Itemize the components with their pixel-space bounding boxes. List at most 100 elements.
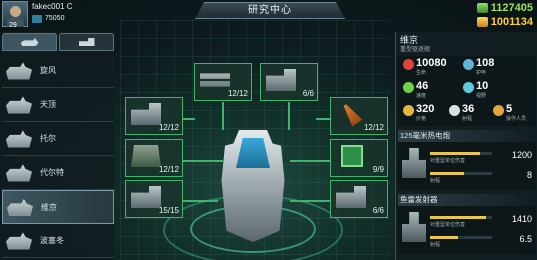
ship-thumbnail: [7, 198, 33, 216]
stat-value: 46: [416, 80, 429, 92]
stat-value: 10: [476, 80, 489, 92]
research-node[interactable]: 6/6: [260, 63, 318, 101]
ship-icon: [20, 38, 39, 46]
ship-thumbnail: [6, 96, 32, 114]
stat-value: 320: [416, 103, 435, 115]
page-title: 研究中心: [195, 2, 345, 19]
top-bar: 29 fakec001 C 75050 研究中心 1127405 1001134: [0, 0, 537, 32]
avatar[interactable]: 29: [2, 1, 28, 29]
node-count: 12/12: [158, 123, 179, 132]
weapon-details: 对重型单位伤害 1410 射程 6.5: [398, 206, 536, 254]
gold-icon: [476, 16, 488, 27]
range-value: 6.5: [519, 234, 532, 244]
ship-item-weijing[interactable]: 维京: [2, 190, 114, 224]
player-xp-value: 75050: [45, 15, 65, 22]
resource-gold[interactable]: 1001134: [443, 15, 533, 28]
node-count: 12/12: [227, 89, 248, 98]
player-level: 29: [9, 22, 17, 29]
cannon-icon: [131, 103, 161, 125]
cannon-icon: [266, 69, 296, 91]
stat-speed: 46 速度: [400, 80, 460, 100]
ship-item-daierte[interactable]: 代尔特: [2, 156, 114, 190]
stat-value: 36: [462, 103, 475, 115]
node-count: 12/12: [158, 165, 179, 174]
cannon-icon: [336, 186, 366, 208]
resource-metal[interactable]: 1127405: [443, 1, 533, 14]
stat-vision: 10 视野: [460, 80, 520, 100]
range-bar-fill: [430, 172, 465, 175]
ship-name: 维京: [41, 202, 57, 212]
tab-warships[interactable]: [2, 33, 57, 51]
metal-icon: [476, 2, 488, 13]
stat-label: 操作人员: [506, 116, 527, 122]
stat-armor: 108 护甲: [460, 57, 520, 77]
stat-health: 10080 生命: [400, 57, 460, 77]
node-count: 6/6: [302, 89, 314, 98]
range-label: 射程: [430, 178, 441, 184]
ship-thumbnail: [6, 130, 32, 148]
ship-name: 托尔: [40, 134, 56, 143]
damage-bar: [430, 216, 492, 219]
armor-icon: [463, 59, 474, 70]
connector-line: [316, 118, 330, 120]
research-node[interactable]: 12/12: [125, 139, 183, 177]
ship-details-panel: 维京 重型驱逐舰 10080 生命 108 护甲 46 速度 10 视野 320…: [395, 32, 537, 260]
resource-metal-value: 1127405: [490, 1, 533, 14]
research-node[interactable]: 6/6: [330, 180, 388, 218]
category-tabs: [2, 33, 114, 51]
weapon-section-1: 125毫米热电炮 对重型单位伤害 1200 射程 8: [398, 130, 536, 190]
ship-detail-class: 重型驱逐舰: [400, 47, 431, 53]
weapon-title: 鱼雷发射器: [398, 194, 536, 206]
heart-icon: [403, 59, 414, 70]
stat-range: 36 射程: [446, 103, 486, 123]
damage-label: 对重型单位伤害: [430, 158, 466, 164]
xp-icon: [32, 14, 42, 23]
stat-value: 10080: [416, 57, 447, 69]
research-node[interactable]: 15/15: [125, 180, 183, 218]
stat-value: 108: [476, 57, 495, 69]
stat-label: 速度: [416, 93, 427, 99]
damage-bar-fill: [430, 152, 480, 155]
connector-line: [290, 200, 330, 202]
connector-line: [183, 200, 218, 202]
weapon-details: 对重型单位伤害 1200 射程 8: [398, 142, 536, 190]
ship-item-xuanfeng[interactable]: 旋风: [2, 54, 114, 88]
damage-bar: [430, 152, 492, 155]
node-count: 6/6: [372, 206, 384, 215]
ship-name: 波塞冬: [40, 236, 64, 245]
connector-line: [288, 102, 290, 130]
connector-line: [222, 102, 224, 130]
node-count: 12/12: [363, 123, 384, 132]
tab-support[interactable]: [59, 33, 114, 51]
target-icon: [449, 105, 460, 116]
ship-panel: 旋风 天顶 托尔 代尔特 维京 波塞冬: [0, 32, 114, 260]
ship-item-posaidong[interactable]: 波塞冬: [2, 224, 114, 258]
player-info[interactable]: 29 fakec001 C 75050: [2, 1, 122, 31]
range-bar-fill: [430, 236, 458, 239]
node-count: 15/15: [158, 206, 179, 215]
weapon-section-2: 鱼雷发射器 对重型单位伤害 1410 射程 6.5: [398, 194, 536, 254]
research-node[interactable]: 12/12: [125, 97, 183, 135]
ship-stats: 10080 生命 108 护甲 46 速度 10 视野 320 价格 36 射程: [398, 56, 536, 126]
node-count: 9/9: [372, 165, 384, 174]
cannon-icon: [131, 186, 161, 208]
damage-label: 对重型单位伤害: [430, 222, 466, 228]
shells-icon: [200, 73, 230, 87]
stat-label: 射程: [462, 116, 473, 122]
damage-value: 1200: [511, 150, 532, 160]
research-node[interactable]: 12/12: [194, 63, 252, 101]
stat-label: 视野: [476, 93, 487, 99]
range-bar: [430, 172, 492, 175]
ship-thumbnail: [6, 164, 32, 182]
range-bar: [430, 236, 492, 239]
connector-line: [183, 118, 195, 120]
ship-item-tuoer[interactable]: 托尔: [2, 122, 114, 156]
ship-name: 天顶: [40, 100, 56, 109]
connector-line: [183, 160, 223, 162]
cargo-icon: [78, 38, 95, 46]
player-xp: 75050: [32, 14, 72, 23]
ship-item-tianding[interactable]: 天顶: [2, 88, 114, 122]
research-node[interactable]: 12/12: [330, 97, 388, 135]
torpedo-launcher-icon: [402, 212, 426, 242]
research-node[interactable]: 9/9: [330, 139, 388, 177]
